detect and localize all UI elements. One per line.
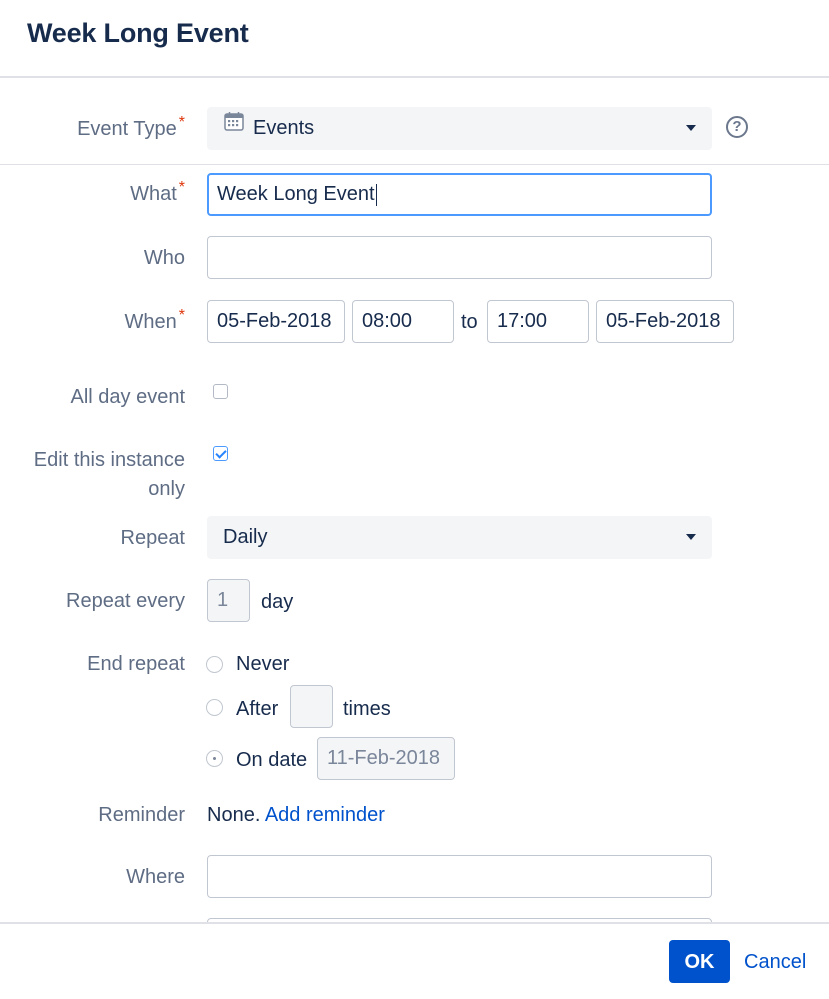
end-repeat-times-label: times: [343, 698, 391, 720]
end-time-input[interactable]: 17:00: [487, 300, 589, 343]
event-type-value: Events: [253, 117, 315, 139]
cancel-button[interactable]: Cancel: [744, 948, 806, 977]
required-asterisk: *: [178, 179, 185, 196]
where-label-text: Where: [126, 866, 185, 888]
edit-instance-label: Edit this instance: [34, 446, 185, 475]
edit-instance-label-line1: Edit this instance: [33, 449, 185, 471]
start-date-value: 05-Feb-2018: [217, 310, 332, 332]
who-input[interactable]: [207, 236, 712, 279]
repeat-every-input[interactable]: 1: [207, 579, 250, 622]
repeat-every-value: 1: [217, 589, 229, 611]
chevron-down-icon: [686, 125, 696, 131]
end-repeat-on-date-radio[interactable]: [206, 750, 223, 767]
end-date-input[interactable]: 05-Feb-2018: [596, 300, 734, 343]
end-repeat-after-radio[interactable]: [206, 699, 223, 716]
all-day-label: All day event: [70, 383, 185, 412]
end-repeat-date-input[interactable]: 11-Feb-2018: [317, 737, 455, 780]
repeat-every-unit: day: [261, 591, 294, 613]
text-cursor: [375, 183, 377, 206]
chevron-down-icon: [686, 534, 696, 540]
end-date-value: 05-Feb-2018: [606, 310, 721, 332]
what-input-value: Week Long Event: [217, 183, 375, 205]
dialog-title: Week Long Event: [27, 18, 249, 48]
start-date-input[interactable]: 05-Feb-2018: [207, 300, 345, 343]
what-input[interactable]: Week Long Event: [207, 173, 712, 216]
event-type-label-text: Event Type: [77, 118, 177, 140]
start-time-input[interactable]: 08:00: [352, 300, 454, 343]
who-label-text: Who: [143, 247, 185, 269]
all-day-checkbox[interactable]: [213, 384, 228, 399]
who-label: Who: [144, 244, 185, 273]
repeat-label: Repeat: [121, 524, 186, 553]
when-label: When *: [124, 307, 185, 338]
event-type-label: Event Type *: [77, 114, 185, 145]
reminder-value: None. Add reminder: [207, 801, 385, 830]
what-label-text: What: [130, 183, 177, 205]
section-divider: [0, 164, 829, 165]
help-icon[interactable]: ?: [726, 116, 748, 138]
reminder-label: Reminder: [98, 801, 185, 830]
reminder-label-text: Reminder: [98, 804, 185, 826]
end-repeat-after-label: After: [236, 698, 279, 720]
end-repeat-label-text: End repeat: [87, 653, 185, 675]
end-repeat-never-label: Never: [236, 653, 290, 675]
end-repeat-label: End repeat: [87, 650, 185, 679]
required-asterisk: *: [178, 114, 185, 131]
where-label: Where: [126, 863, 185, 892]
end-repeat-date-value: 11-Feb-2018: [327, 747, 441, 769]
start-time-value: 08:00: [362, 310, 413, 332]
end-repeat-after-input[interactable]: [290, 685, 333, 728]
edit-instance-checkbox[interactable]: [213, 446, 228, 461]
to-label: to: [461, 311, 478, 333]
repeat-every-label: Repeat every: [66, 587, 185, 616]
repeat-every-label-text: Repeat every: [66, 590, 185, 612]
required-asterisk: *: [178, 307, 185, 324]
all-day-label-text: All day event: [70, 386, 185, 408]
end-repeat-never-radio[interactable]: [206, 656, 223, 673]
edit-instance-label-2: only: [148, 475, 185, 504]
add-reminder-link[interactable]: Add reminder: [265, 804, 385, 826]
repeat-value: Daily: [223, 526, 268, 548]
when-label-text: When: [124, 311, 177, 333]
end-time-value: 17:00: [497, 310, 548, 332]
end-repeat-on-date-label: On date: [236, 749, 308, 771]
event-type-select[interactable]: Events: [207, 107, 712, 150]
what-label: What *: [130, 179, 185, 210]
reminder-none-text: None.: [207, 804, 261, 826]
calendar-icon: [223, 105, 245, 148]
ok-button[interactable]: OK: [669, 940, 730, 983]
where-input[interactable]: [207, 855, 712, 898]
repeat-select[interactable]: Daily: [207, 516, 712, 559]
repeat-label-text: Repeat: [120, 527, 186, 549]
edit-instance-label-line2: only: [148, 478, 185, 500]
dialog-header: Week Long Event: [0, 0, 829, 78]
